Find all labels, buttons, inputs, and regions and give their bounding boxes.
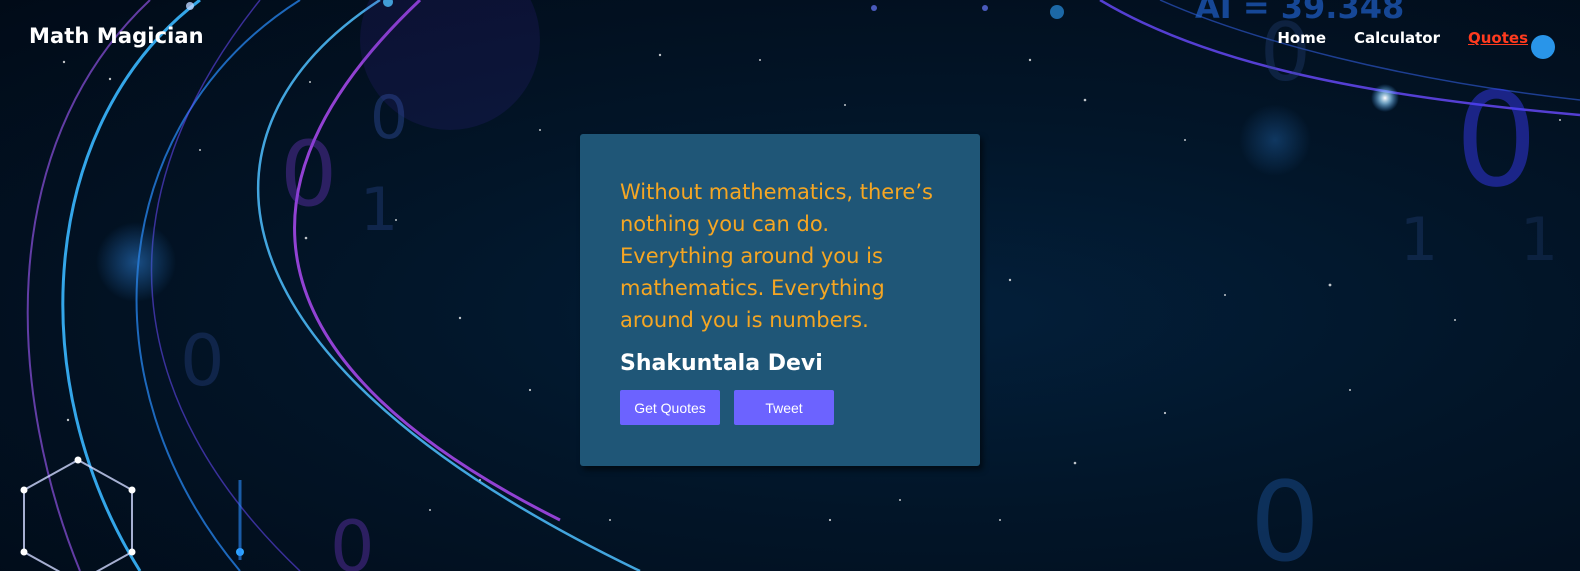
tweet-button[interactable]: Tweet xyxy=(734,390,834,425)
nav-link-calculator[interactable]: Calculator xyxy=(1354,29,1440,47)
svg-text:0: 0 xyxy=(180,320,225,402)
background-formula-text: AI = 39.348 xyxy=(1195,0,1404,26)
svg-text:0: 0 xyxy=(280,122,337,227)
svg-text:0: 0 xyxy=(330,506,375,571)
svg-text:0: 0 xyxy=(370,83,408,153)
svg-text:0: 0 xyxy=(1455,64,1538,216)
svg-text:1: 1 xyxy=(1400,205,1438,275)
svg-text:1: 1 xyxy=(1520,205,1558,275)
nav-link-quotes[interactable]: Quotes xyxy=(1468,29,1528,47)
svg-text:1: 1 xyxy=(360,175,398,245)
main-nav: Home Calculator Quotes xyxy=(1277,29,1528,47)
quote-text: Without mathematics, there’s nothing you… xyxy=(620,180,933,332)
svg-text:0: 0 xyxy=(1250,458,1320,571)
quote-author: Shakuntala Devi xyxy=(620,351,823,376)
brand-title[interactable]: Math Magician xyxy=(29,24,204,48)
page: 0 0 1 0 0 0 0 1 1 0 AI = 39.348 Math Mag… xyxy=(0,0,1580,571)
nav-link-home[interactable]: Home xyxy=(1277,29,1326,47)
quote-card: Without mathematics, there’s nothing you… xyxy=(580,134,980,466)
get-quotes-button[interactable]: Get Quotes xyxy=(620,390,720,425)
quote-actions: Get Quotes Tweet xyxy=(620,390,940,425)
